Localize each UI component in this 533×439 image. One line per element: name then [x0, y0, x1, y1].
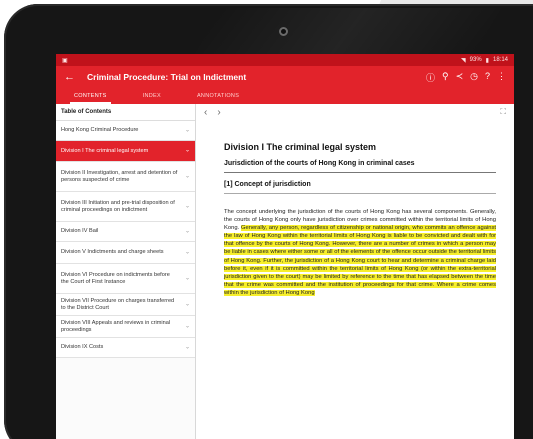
image-icon: ▣ [62, 57, 68, 64]
chevron-down-icon: ⌄ [184, 173, 190, 179]
toc-item[interactable]: Division III Initiation and pre-trial di… [56, 192, 195, 222]
more-icon[interactable]: ⋮ [497, 71, 506, 84]
chevron-left-icon[interactable]: ‹ [204, 107, 207, 118]
wifi-icon: ◥ [461, 57, 466, 64]
tab-bar: CONTENTS INDEX ANNOTATIONS [56, 88, 514, 104]
tab-contents[interactable]: CONTENTS [70, 88, 111, 104]
toc-item-label: Division VIII Appeals and reviews in cri… [61, 319, 171, 333]
highlighted-text[interactable]: Generally, any person, regardless of cit… [224, 225, 496, 296]
toc-header: Table of Contents [56, 104, 195, 121]
toc-item-label: Division III Initiation and pre-trial di… [61, 199, 175, 213]
front-camera [279, 27, 288, 36]
history-icon[interactable]: ◷ [470, 71, 478, 84]
document-heading: Division I The criminal legal system [224, 142, 377, 152]
toc-item[interactable]: Division IX Costs ⌄ [56, 338, 195, 358]
content-area: Table of Contents Hong Kong Criminal Pro… [56, 104, 514, 439]
toc-item-label: Division I The criminal legal system [61, 147, 149, 154]
toc-item-label: Division IX Costs [61, 344, 104, 350]
chevron-down-icon: ⌄ [184, 323, 190, 329]
app-bar: ← Criminal Procedure: Trial on Indictmen… [56, 66, 514, 88]
toc-item-label: Division IV Bail [61, 228, 99, 234]
document-subheading: Jurisdiction of the courts of Hong Kong … [224, 160, 496, 173]
app-screen: ▣ ◥ 93% ▮ 18:14 ← Criminal Procedure: Tr… [56, 54, 514, 439]
toc-sidebar: Table of Contents Hong Kong Criminal Pro… [56, 104, 196, 439]
toc-item[interactable]: Hong Kong Criminal Procedure ⌄ [56, 121, 195, 141]
chevron-right-icon[interactable]: › [217, 107, 220, 118]
tab-index[interactable]: INDEX [139, 88, 165, 104]
chevron-down-icon: ⌄ [184, 275, 190, 281]
document-nav: ‹ › [196, 104, 514, 121]
toc-item[interactable]: Division IV Bail ⌄ [56, 222, 195, 242]
chevron-down-icon: ⌄ [184, 127, 190, 133]
fullscreen-icon[interactable]: ⛶ [500, 107, 506, 117]
chevron-down-icon: ⌄ [184, 228, 190, 234]
battery-level: 93% [469, 57, 482, 63]
toc-item[interactable]: Division VI Procedure on indictments bef… [56, 264, 195, 294]
clock: 18:14 [492, 57, 508, 63]
toc-item-selected[interactable]: Division I The criminal legal system ⌄ [56, 141, 195, 162]
chevron-down-icon: ⌄ [184, 249, 190, 255]
toc-item[interactable]: Division II Investigation, arrest and de… [56, 162, 195, 192]
toc-item-label: Hong Kong Criminal Procedure [61, 127, 139, 133]
chevron-down-icon: ⌄ [184, 344, 190, 350]
toc-item[interactable]: Division V Indictments and charge sheets… [56, 242, 195, 264]
section-heading: [1] Concept of jurisdiction [224, 181, 496, 194]
document-body: Division I The criminal legal system Jur… [224, 142, 496, 297]
chevron-down-icon: ⌄ [184, 147, 190, 154]
toc-item[interactable]: Division VIII Appeals and reviews in cri… [56, 316, 195, 338]
body-paragraph: The concept underlying the jurisdiction … [224, 208, 496, 297]
toc-item[interactable]: Division VII Procedure on charges transf… [56, 294, 195, 316]
chevron-down-icon: ⌄ [184, 203, 190, 209]
app-title: Criminal Procedure: Trial on Indictment [87, 72, 247, 82]
toc-item-label: Division II Investigation, arrest and de… [61, 169, 178, 183]
chevron-down-icon: ⌄ [184, 301, 190, 307]
battery-icon: ▮ [485, 57, 489, 64]
help-icon[interactable]: ? [485, 71, 490, 84]
search-icon[interactable]: ⚲ [442, 71, 449, 84]
tab-annotations[interactable]: ANNOTATIONS [193, 88, 243, 104]
document-pane: ‹ › ⛶ Division I The criminal legal syst… [196, 104, 514, 439]
toc-item-label: Division V Indictments and charge sheets [61, 249, 164, 255]
toc-item-label: Division VI Procedure on indictments bef… [61, 271, 170, 285]
share-icon[interactable]: ≺ [456, 71, 464, 84]
toc-item-label: Division VII Procedure on charges transf… [61, 297, 175, 311]
status-bar: ▣ ◥ 93% ▮ 18:14 [56, 54, 514, 66]
photo-background: ▣ ◥ 93% ▮ 18:14 ← Criminal Procedure: Tr… [0, 0, 533, 439]
back-arrow-icon[interactable]: ← [64, 71, 75, 83]
info-icon[interactable]: ⓘ [426, 71, 435, 84]
